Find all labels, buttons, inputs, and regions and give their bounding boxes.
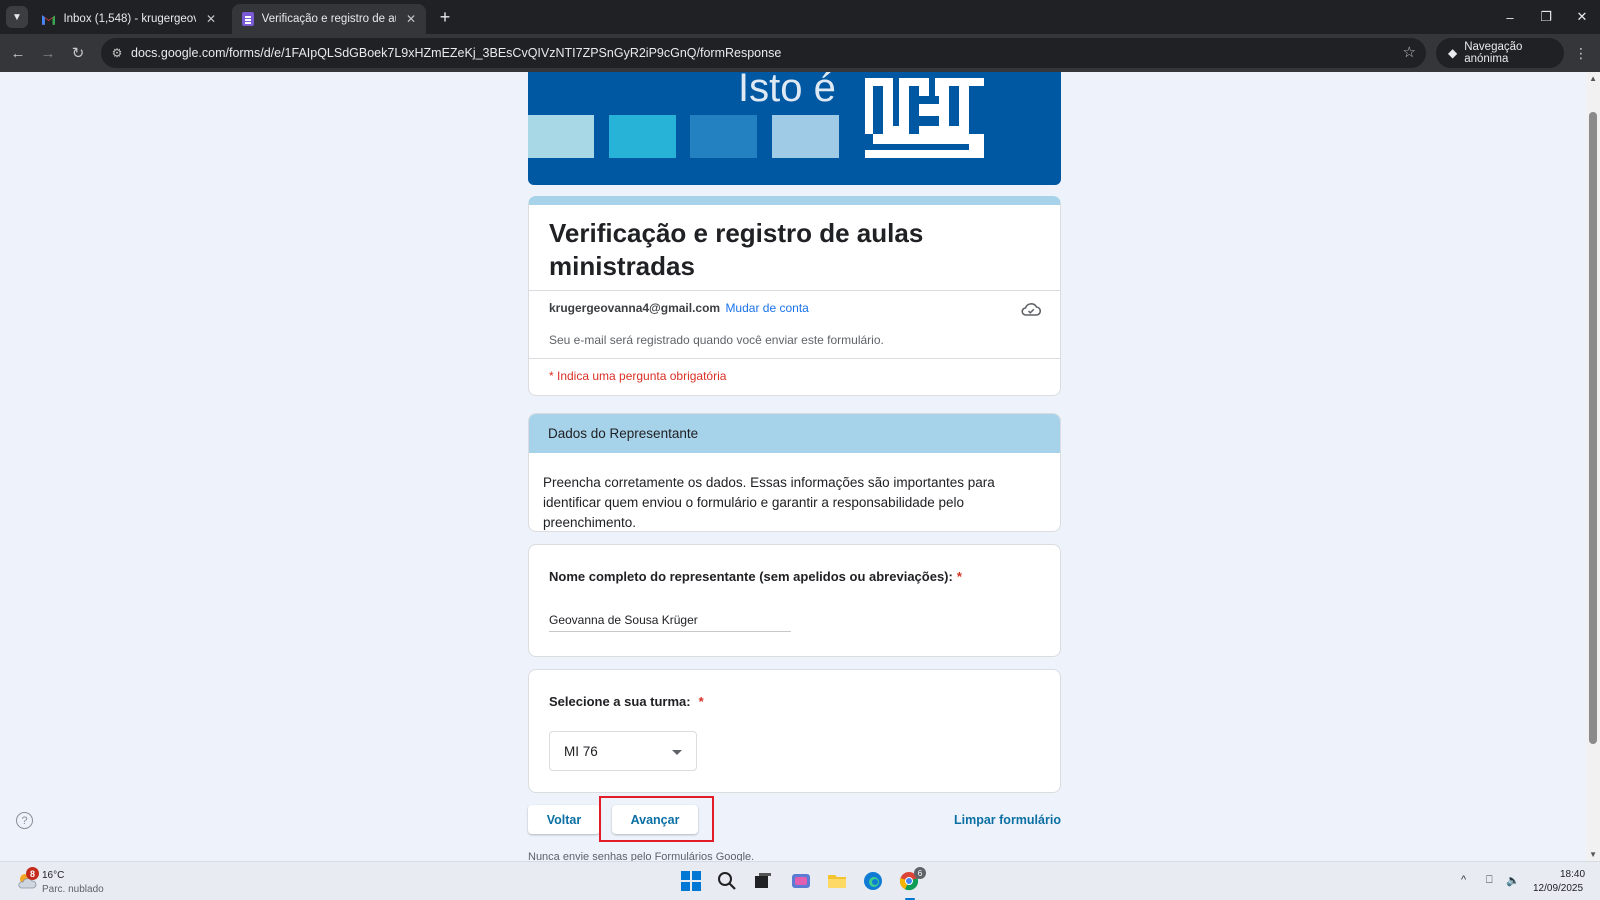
reload-icon[interactable]: ↻ [66, 41, 90, 65]
close-tab-icon[interactable]: ✕ [206, 12, 216, 26]
bookmark-star-icon[interactable]: ☆ [1403, 43, 1416, 61]
question-label-text: Selecione a sua turma: [549, 694, 691, 709]
tab-gmail[interactable]: Inbox (1,548) - krugergeovanna ✕ [32, 4, 226, 34]
edge-browser-icon[interactable] [862, 870, 884, 892]
cloud-saved-icon [1021, 303, 1041, 316]
incognito-indicator[interactable]: ◆ Navegação anónima [1436, 38, 1564, 68]
section-card: Dados do Representante Preencha corretam… [528, 413, 1061, 532]
banner-square [528, 115, 594, 158]
minimize-icon[interactable]: – [1492, 6, 1528, 28]
url-text: docs.google.com/forms/d/e/1FAIpQLSdGBoek… [131, 46, 782, 60]
back-button[interactable]: Voltar [528, 805, 600, 834]
banner-slogan: Isto é [738, 72, 836, 110]
section-description: Preencha corretamente os dados. Essas in… [543, 475, 995, 530]
gmail-icon [42, 14, 56, 25]
highlight-box [599, 796, 714, 842]
tab-title: Inbox (1,548) - krugergeovanna [63, 13, 196, 25]
new-tab-icon[interactable]: + [434, 6, 456, 28]
incognito-label: Navegação anónima [1464, 41, 1523, 65]
scroll-down-icon[interactable]: ▼ [1589, 850, 1597, 859]
switch-account-link[interactable]: Mudar de conta [725, 301, 808, 315]
banner-square [772, 115, 839, 158]
tab-search-icon[interactable]: ▼ [6, 6, 28, 28]
back-arrow-icon[interactable]: ← [6, 41, 30, 65]
form-title-card: Verificação e registro de aulas ministra… [528, 196, 1061, 396]
question-label-text: Nome completo do representante (sem apel… [549, 569, 953, 584]
question-label: Selecione a sua turma: * [549, 694, 704, 709]
question-label: Nome completo do representante (sem apel… [549, 569, 962, 584]
section-header: Dados do Representante [529, 414, 1060, 453]
form-header-banner: Isto é [528, 72, 1061, 185]
volume-icon[interactable]: 🔈 [1506, 874, 1520, 887]
tab-google-form[interactable]: Verificação e registro de aulas m ✕ [232, 4, 426, 34]
required-question-note: * Indica uma pergunta obrigatória [549, 369, 727, 383]
clock-time[interactable]: 18:40 [1560, 869, 1585, 880]
forward-arrow-icon[interactable]: → [36, 41, 60, 65]
scrollbar-thumb[interactable] [1589, 112, 1597, 744]
question-class-select: Selecione a sua turma: * MI 76 [528, 669, 1061, 793]
windows-start-icon[interactable] [680, 870, 702, 892]
class-dropdown-value: MI 76 [564, 744, 598, 759]
input-underline [549, 631, 791, 632]
password-warning-note: Nunca envie senhas pelo Formulários Goog… [528, 851, 755, 861]
taskbar: 8 16°C Parc. nublado 6 ^ ⎕ 🔈 18:40 12/09… [0, 861, 1600, 900]
section-title: Dados do Representante [548, 426, 699, 441]
google-forms-icon [242, 12, 254, 26]
class-dropdown[interactable]: MI 76 [549, 731, 697, 771]
weg-logo [865, 78, 984, 158]
banner-square [609, 115, 676, 158]
incognito-icon: ◆ [1448, 46, 1458, 60]
account-line: krugergeovanna4@gmail.com Mudar de conta [549, 301, 809, 315]
clear-form-link[interactable]: Limpar formulário [954, 813, 1061, 827]
copilot-icon[interactable] [790, 870, 812, 892]
address-bar[interactable]: ⚙ docs.google.com/forms/d/e/1FAIpQLSdGBo… [101, 38, 1426, 68]
file-explorer-icon[interactable] [826, 870, 848, 892]
weather-badge: 8 [26, 867, 39, 880]
required-star: * [956, 569, 962, 584]
close-tab-icon[interactable]: ✕ [406, 12, 416, 26]
network-icon[interactable]: ⎕ [1486, 874, 1493, 887]
email-record-note: Seu e-mail será registrado quando você e… [549, 333, 884, 347]
scroll-up-icon[interactable]: ▲ [1589, 74, 1597, 83]
question-full-name: Nome completo do representante (sem apel… [528, 544, 1061, 657]
tab-strip: ▼ Inbox (1,548) - krugergeovanna ✕ Verif… [0, 0, 1600, 34]
full-name-input[interactable]: Geovanna de Sousa Krüger [549, 613, 698, 627]
search-icon[interactable] [716, 870, 738, 892]
tab-title: Verificação e registro de aulas m [261, 13, 396, 25]
chevron-down-icon [672, 750, 682, 755]
window-close-icon[interactable]: ✕ [1564, 6, 1600, 28]
page-content[interactable]: Isto é Verificação e registro de aulas m… [0, 72, 1600, 861]
weather-temperature[interactable]: 16°C [42, 870, 64, 881]
tray-expand-icon[interactable]: ^ [1461, 874, 1466, 886]
banner-square [690, 115, 757, 158]
browser-menu-icon[interactable]: ⋮ [1574, 45, 1588, 62]
divider [529, 290, 1060, 291]
restore-icon[interactable]: ❐ [1528, 6, 1564, 28]
account-email: krugergeovanna4@gmail.com [549, 301, 721, 315]
weather-description[interactable]: Parc. nublado [42, 884, 104, 895]
chrome-profile-badge: 6 [914, 867, 926, 879]
divider [529, 358, 1060, 359]
help-icon[interactable]: ? [16, 812, 33, 829]
task-view-icon[interactable] [752, 870, 774, 892]
page-scrollbar[interactable]: ▲ ▼ [1586, 72, 1600, 861]
site-info-icon[interactable]: ⚙ [109, 45, 125, 61]
clock-date[interactable]: 12/09/2025 [1533, 883, 1583, 894]
browser-toolbar: ← → ↻ ⚙ docs.google.com/forms/d/e/1FAIpQ… [0, 34, 1600, 72]
required-star: * [698, 694, 704, 709]
form-title: Verificação e registro de aulas ministra… [549, 218, 924, 281]
